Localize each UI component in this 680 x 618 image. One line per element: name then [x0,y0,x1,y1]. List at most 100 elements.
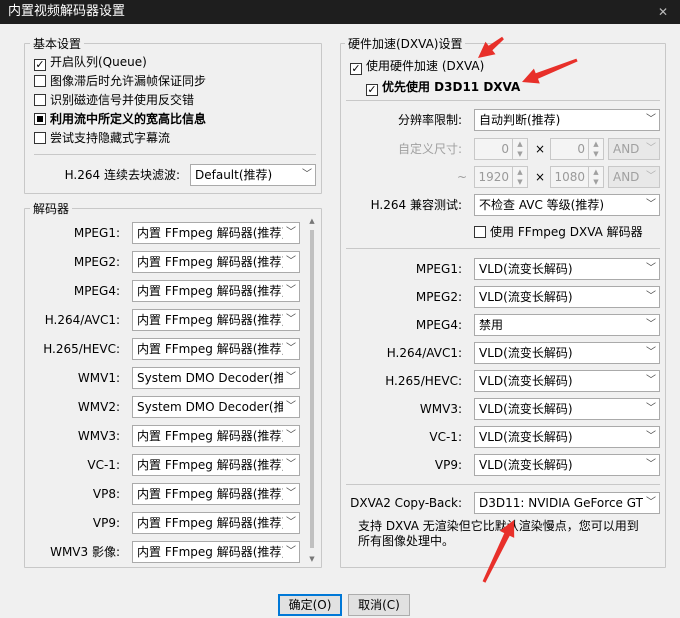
custom-and-select-2[interactable]: AND ﹀ [608,166,660,188]
option-queue[interactable]: ✓ 开启队列(Queue) [34,53,147,71]
checkbox-indeterminate-icon[interactable] [34,113,46,125]
decoder-select-h265[interactable]: 内置 FFmpeg 解码器(推荐) ﹀ [132,338,300,360]
decoder-select-mpeg1[interactable]: 内置 FFmpeg 解码器(推荐) ﹀ [132,222,300,244]
decoders-scrollbar[interactable]: ▲ ▼ [307,216,317,564]
decoder-value: 内置 FFmpeg 解码器(推荐) [137,342,287,356]
hw-separator-3 [346,484,660,485]
spin-value: 1080 [554,170,585,184]
decoder-select-wmv1[interactable]: System DMO Decoder(推荐) ﹀ [132,367,300,389]
chevron-down-icon: ﹀ [283,339,299,359]
decoder-label-vp8: VP8: [92,487,120,501]
h264-compat-label: H.264 兼容测试: [370,198,462,212]
checkbox-icon[interactable]: ✓ [34,59,46,71]
resolution-label: 分辨率限制: [397,113,462,127]
option-aspect-ratio-label: 利用流中所定义的宽高比信息 [50,112,207,126]
decoder-label-h265: H.265/HEVC: [43,342,120,356]
scroll-down-icon[interactable]: ▼ [307,554,317,564]
option-aspect-ratio[interactable]: 利用流中所定义的宽高比信息 [34,110,206,128]
checkbox-icon[interactable] [474,226,486,238]
scroll-up-icon[interactable]: ▲ [307,216,317,226]
spin-arrows-icon[interactable]: ▲ ▼ [588,139,603,159]
mode-value: VLD(流变长解码) [479,430,573,444]
spin-arrows-icon[interactable]: ▲ ▼ [588,167,603,187]
mode-select-vc1[interactable]: VLD(流变长解码) ﹀ [474,426,660,448]
chevron-down-icon: ﹀ [283,310,299,330]
option-ffmpeg-dxva[interactable]: 使用 FFmpeg DXVA 解码器 [474,223,643,241]
decoder-label-wmv2: WMV2: [77,400,120,414]
decoder-value: 内置 FFmpeg 解码器(推荐) [137,284,287,298]
decoder-label-h264: H.264/AVC1: [44,313,120,327]
scroll-thumb[interactable] [310,230,314,548]
option-prefer-d3d11[interactable]: ✓ 优先使用 D3D11 DXVA [366,78,520,96]
decoder-select-wmv3[interactable]: 内置 FFmpeg 解码器(推荐) ﹀ [132,425,300,447]
h264-compat-select[interactable]: 不检查 AVC 等级(推荐) ﹀ [474,194,660,216]
decoder-select-vp8[interactable]: 内置 FFmpeg 解码器(推荐) ﹀ [132,483,300,505]
decoder-select-wmv3-image[interactable]: 内置 FFmpeg 解码器(推荐) ﹀ [132,541,300,563]
option-allow-drop[interactable]: 图像滞后时允许漏帧保证同步 [34,72,206,90]
custom-min-height[interactable]: 0 ▲ ▼ [550,138,604,160]
chevron-down-icon: ﹀ [283,513,299,533]
checkbox-icon[interactable] [34,94,46,106]
mode-value: VLD(流变长解码) [479,374,573,388]
option-closed-captions[interactable]: 尝试支持隐藏式字幕流 [34,129,170,147]
spin-arrows-icon[interactable]: ▲ ▼ [512,167,527,187]
decoder-label-mpeg2: MPEG2: [73,255,120,269]
custom-and-select-1[interactable]: AND ﹀ [608,138,660,160]
mode-select-mpeg4[interactable]: 禁用 ﹀ [474,314,660,336]
mode-label-mpeg2: MPEG2: [415,290,462,304]
decoder-select-vc1[interactable]: 内置 FFmpeg 解码器(推荐) ﹀ [132,454,300,476]
option-deinterlace[interactable]: 识别磁迹信号并使用反交错 [34,91,194,109]
mode-select-h264[interactable]: VLD(流变长解码) ﹀ [474,342,660,364]
mode-select-mpeg1[interactable]: VLD(流变长解码) ﹀ [474,258,660,280]
close-icon[interactable]: ✕ [656,0,670,24]
decoder-value: 内置 FFmpeg 解码器(推荐) [137,429,287,443]
mode-select-h265[interactable]: VLD(流变长解码) ﹀ [474,370,660,392]
mode-value: VLD(流变长解码) [479,290,573,304]
decoders-title: 解码器 [30,202,73,216]
decoder-select-mpeg2[interactable]: 内置 FFmpeg 解码器(推荐) ﹀ [132,251,300,273]
option-ffmpeg-dxva-label: 使用 FFmpeg DXVA 解码器 [490,225,643,239]
mode-label-vc1: VC-1: [429,430,462,444]
times-sign: × [535,170,546,184]
decoder-select-mpeg4[interactable]: 内置 FFmpeg 解码器(推荐) ﹀ [132,280,300,302]
basic-separator [34,154,316,155]
custom-min-width[interactable]: 0 ▲ ▼ [474,138,528,160]
resolution-select[interactable]: 自动判断(推荐) ﹀ [474,109,660,131]
decoder-label-vp9: VP9: [92,516,120,530]
chevron-down-icon: ﹀ [283,484,299,504]
option-deinterlace-label: 识别磁迹信号并使用反交错 [50,93,195,107]
checkbox-icon[interactable] [34,75,46,87]
spin-arrows-icon[interactable]: ▲ ▼ [512,139,527,159]
mode-value: VLD(流变长解码) [479,262,573,276]
hw-separator-2 [346,248,660,249]
decoder-label-mpeg1: MPEG1: [73,226,120,240]
decoder-select-vp9[interactable]: 内置 FFmpeg 解码器(推荐) ﹀ [132,512,300,534]
mode-select-vp9[interactable]: VLD(流变长解码) ﹀ [474,454,660,476]
decoder-value: 内置 FFmpeg 解码器(推荐) [137,313,287,327]
mode-label-mpeg4: MPEG4: [415,318,462,332]
ok-button[interactable]: 确定(O) [278,594,342,616]
decoder-select-h264[interactable]: 内置 FFmpeg 解码器(推荐) ﹀ [132,309,300,331]
custom-max-width[interactable]: 1920 ▲ ▼ [474,166,528,188]
chevron-down-icon: ﹀ [643,399,659,419]
cancel-button[interactable]: 取消(C) [348,594,410,616]
chevron-down-icon: ﹀ [643,427,659,447]
custom-max-height[interactable]: 1080 ▲ ▼ [550,166,604,188]
checkbox-icon[interactable]: ✓ [366,84,378,96]
times-sign: × [535,142,546,156]
decoder-select-wmv2[interactable]: System DMO Decoder(推荐) ﹀ [132,396,300,418]
option-use-dxva[interactable]: ✓ 使用硬件加速 (DXVA) [350,57,484,75]
copyback-select[interactable]: D3D11: NVIDIA GeForce GTX 1660﹀ [474,492,660,514]
tilde-sign: ~ [456,170,468,184]
checkbox-icon[interactable]: ✓ [350,63,362,75]
checkbox-icon[interactable] [34,132,46,144]
chevron-down-icon: ﹀ [643,110,659,130]
chevron-down-icon: ﹀ [643,315,659,335]
mode-select-wmv3[interactable]: VLD(流变长解码) ﹀ [474,398,660,420]
mode-select-mpeg2[interactable]: VLD(流变长解码) ﹀ [474,286,660,308]
spin-value: 0 [577,142,585,156]
chevron-down-icon: ﹀ [643,371,659,391]
mode-label-h265: H.265/HEVC: [385,374,462,388]
spin-value: 1920 [478,170,509,184]
deblock-select[interactable]: Default(推荐) ﹀ [190,164,316,186]
